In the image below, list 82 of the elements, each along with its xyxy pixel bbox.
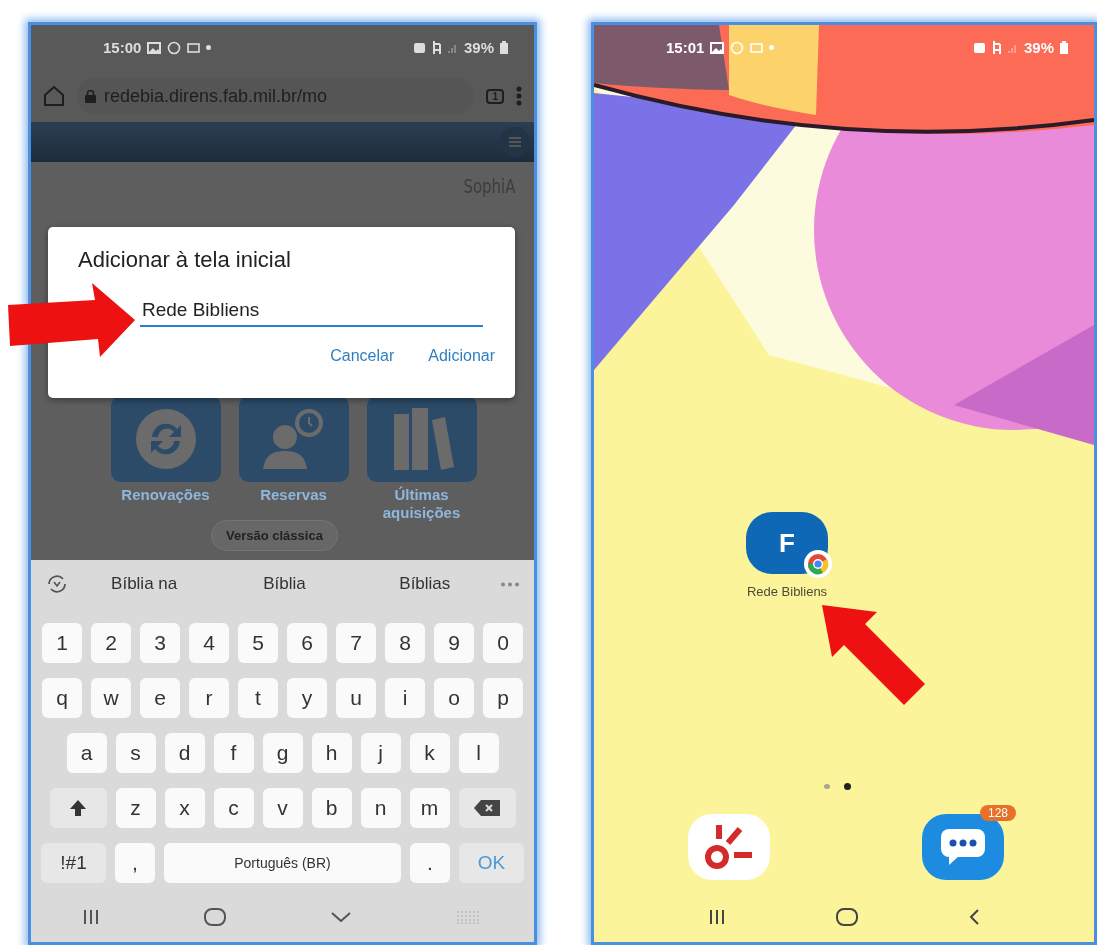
keyboard-key[interactable]: w bbox=[91, 678, 131, 718]
dot-icon bbox=[769, 45, 775, 50]
chevron-down-icon[interactable] bbox=[330, 912, 351, 922]
dialog-button[interactable]: Adicionar bbox=[428, 347, 495, 365]
word-suggestion[interactable]: Bíblia bbox=[219, 574, 350, 594]
keyboard-key[interactable]: p bbox=[483, 678, 523, 718]
keyboard-key[interactable]: 1 bbox=[42, 623, 82, 663]
battery-icon bbox=[1060, 41, 1068, 54]
menu-tile[interactable] bbox=[366, 396, 477, 482]
keyboard-key[interactable]: y bbox=[287, 678, 327, 718]
keyboard-key[interactable]: o bbox=[434, 678, 474, 718]
clipboard-toggle-icon[interactable] bbox=[45, 573, 69, 595]
home-shortcut[interactable]: F Rede Bibliens bbox=[727, 512, 847, 599]
name-field[interactable]: Rede Bibliens bbox=[140, 297, 483, 327]
image-icon bbox=[147, 41, 162, 54]
burst-icon bbox=[704, 823, 754, 871]
keyboard-key[interactable]: j bbox=[360, 733, 401, 773]
keyboard-key[interactable]: v bbox=[262, 788, 303, 828]
keyboard-key[interactable]: x bbox=[164, 788, 205, 828]
status-time: 15:01 bbox=[666, 39, 705, 56]
keyboard-key[interactable]: 9 bbox=[434, 623, 474, 663]
keyboard-key[interactable]: 2 bbox=[91, 623, 131, 663]
symbols-key[interactable]: !#1 bbox=[41, 843, 106, 883]
keyboard-key[interactable]: e bbox=[140, 678, 180, 718]
back-icon[interactable] bbox=[968, 909, 979, 925]
keyboard-key[interactable]: 5 bbox=[238, 623, 278, 663]
keyboard-key[interactable]: n bbox=[360, 788, 401, 828]
keyboard-key[interactable]: 0 bbox=[483, 623, 523, 663]
image-icon bbox=[710, 41, 725, 54]
battery-text: 39% bbox=[1023, 39, 1054, 56]
refresh-icon bbox=[133, 407, 198, 471]
more-dots-icon[interactable] bbox=[500, 581, 520, 587]
keyboard-key[interactable]: l bbox=[458, 733, 499, 773]
keyboard-key[interactable]: m bbox=[409, 788, 450, 828]
word-suggestion[interactable]: Bíblias bbox=[359, 574, 490, 594]
keyboard-key[interactable]: f bbox=[213, 733, 254, 773]
keyboard-key[interactable]: . bbox=[410, 843, 450, 883]
shift-icon bbox=[69, 799, 87, 817]
keyboard-key[interactable]: u bbox=[336, 678, 376, 718]
backspace-icon bbox=[474, 800, 500, 816]
keyboard-key[interactable]: 6 bbox=[287, 623, 327, 663]
backspace-key[interactable] bbox=[458, 788, 516, 828]
keyboard-key[interactable]: 8 bbox=[385, 623, 425, 663]
app-icon[interactable] bbox=[688, 814, 770, 880]
status-time: 15:00 bbox=[103, 39, 142, 56]
recents-icon[interactable] bbox=[83, 910, 100, 924]
keyboard-key[interactable]: i bbox=[385, 678, 425, 718]
keyboard-key[interactable]: h bbox=[311, 733, 352, 773]
keyboard-key[interactable]: q bbox=[42, 678, 82, 718]
keyboard-key[interactable]: 4 bbox=[189, 623, 229, 663]
dot-icon bbox=[206, 45, 212, 50]
url-text: redebia.direns.fab.mil.br/mo bbox=[104, 85, 328, 107]
home-icon[interactable] bbox=[43, 86, 65, 106]
home-button-icon[interactable] bbox=[204, 908, 227, 926]
dialog-title: Adicionar à tela inicial bbox=[78, 247, 292, 273]
dialog-button[interactable]: Cancelar bbox=[330, 347, 395, 365]
recents-icon[interactable] bbox=[709, 910, 726, 924]
keyboard-key[interactable]: 7 bbox=[336, 623, 376, 663]
keyboard-key[interactable]: a bbox=[66, 733, 107, 773]
menu-tile[interactable] bbox=[238, 396, 349, 482]
word-suggestion[interactable]: Bíblia na bbox=[79, 574, 210, 594]
space-key[interactable]: Português (BR) bbox=[164, 843, 401, 883]
keyboard-key[interactable]: 3 bbox=[140, 623, 180, 663]
keyboard-key[interactable]: d bbox=[164, 733, 205, 773]
home-button-icon[interactable] bbox=[836, 908, 858, 926]
keyboard-key[interactable]: k bbox=[409, 733, 450, 773]
keyboard-key[interactable]: c bbox=[213, 788, 254, 828]
keyboard-key[interactable]: b bbox=[311, 788, 352, 828]
keyboard-key[interactable]: s bbox=[115, 733, 156, 773]
battery-text: 39% bbox=[463, 39, 494, 56]
chat-bubble-icon bbox=[939, 827, 987, 867]
keyboard-key[interactable]: , bbox=[115, 843, 155, 883]
menu-tile[interactable] bbox=[110, 396, 221, 482]
shift-key[interactable] bbox=[49, 788, 107, 828]
browser-badge-icon bbox=[804, 550, 832, 578]
keyboard-key[interactable]: r bbox=[189, 678, 229, 718]
more-icon[interactable] bbox=[516, 86, 522, 106]
keyboard-key[interactable]: z bbox=[115, 788, 156, 828]
keyboard-key[interactable]: t bbox=[238, 678, 278, 718]
battery-icon bbox=[500, 41, 508, 54]
keyboard-key[interactable]: g bbox=[262, 733, 303, 773]
lock-icon bbox=[85, 89, 96, 103]
